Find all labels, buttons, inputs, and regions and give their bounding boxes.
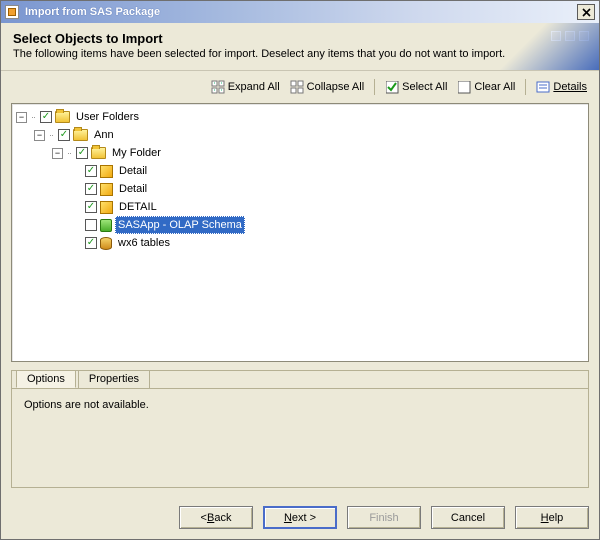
library-icon (100, 237, 112, 250)
tab-properties[interactable]: Properties (78, 370, 150, 388)
finish-button: Finish (347, 506, 421, 529)
options-panel: Options Properties Options are not avail… (11, 370, 589, 488)
tree-node-my-folder[interactable]: − ·· ✓ My Folder (52, 144, 584, 162)
tree-label: My Folder (109, 144, 164, 162)
tree-node-user-folders[interactable]: − ·· ✓ User Folders (16, 108, 584, 126)
tree-item[interactable]: ✓ Detail (70, 162, 584, 180)
toggle-collapse-icon[interactable]: − (52, 148, 63, 159)
dialog-window: Import from SAS Package Select Objects t… (0, 0, 600, 540)
toolbar-separator (525, 79, 526, 95)
cube-icon (100, 183, 113, 196)
collapse-all-button[interactable]: Collapse All (290, 80, 364, 94)
close-button[interactable] (577, 4, 595, 20)
folder-icon (91, 147, 106, 159)
checkbox[interactable]: ✓ (58, 129, 70, 141)
checkbox[interactable]: ✓ (85, 165, 97, 177)
tab-options[interactable]: Options (16, 370, 76, 388)
folder-icon (55, 111, 70, 123)
page-subtitle: The following items have been selected f… (13, 48, 587, 60)
toggle-collapse-icon[interactable]: − (16, 112, 27, 123)
toolbar: Expand All Collapse All Select All Clear (11, 77, 589, 99)
checkbox[interactable]: ✓ (40, 111, 52, 123)
expand-all-button[interactable]: Expand All (211, 80, 280, 94)
collapse-all-icon (290, 80, 304, 94)
tree-item[interactable]: ✓ DETAIL (70, 198, 584, 216)
tree-label: User Folders (73, 108, 142, 126)
close-icon (582, 8, 591, 17)
options-tabs: Options Properties (12, 370, 588, 388)
checkbox[interactable]: ✓ (85, 237, 97, 249)
tree-item-olap-schema[interactable]: SASApp - OLAP Schema (70, 216, 584, 234)
help-button[interactable]: Help (515, 506, 589, 529)
options-content: Options are not available. (12, 388, 588, 487)
expand-all-label: Expand All (228, 81, 280, 93)
back-button[interactable]: < Back (179, 506, 253, 529)
wizard-footer: < Back Next > Finish Cancel Help (1, 498, 599, 539)
checkbox[interactable]: ✓ (85, 183, 97, 195)
tree-label: wx6 tables (115, 234, 173, 252)
details-icon (536, 80, 550, 94)
details-label: Details (553, 81, 587, 93)
select-all-icon (385, 80, 399, 94)
tree-item[interactable]: ✓ Detail (70, 180, 584, 198)
select-all-label: Select All (402, 81, 447, 93)
details-button[interactable]: Details (536, 80, 587, 94)
header-decoration (551, 31, 589, 41)
window-title: Import from SAS Package (25, 6, 571, 18)
folder-icon (73, 129, 88, 141)
objects-tree[interactable]: − ·· ✓ User Folders − ·· ✓ (11, 103, 589, 362)
options-message: Options are not available. (24, 399, 149, 411)
tree-item[interactable]: ✓ wx6 tables (70, 234, 584, 252)
tree-label: Ann (91, 126, 117, 144)
cube-icon (100, 165, 113, 178)
checkbox[interactable]: ✓ (76, 147, 88, 159)
tree-label: SASApp - OLAP Schema (115, 216, 245, 234)
cancel-button[interactable]: Cancel (431, 506, 505, 529)
app-icon (5, 5, 19, 19)
cube-icon (100, 201, 113, 214)
expand-all-icon (211, 80, 225, 94)
clear-all-label: Clear All (474, 81, 515, 93)
checkbox[interactable] (85, 219, 97, 231)
clear-all-icon (457, 80, 471, 94)
tree-label: Detail (116, 162, 150, 180)
tree-node-ann[interactable]: − ·· ✓ Ann (34, 126, 584, 144)
collapse-all-label: Collapse All (307, 81, 364, 93)
wizard-header: Select Objects to Import The following i… (1, 23, 599, 71)
title-bar: Import from SAS Package (1, 1, 599, 23)
schema-icon (100, 219, 112, 232)
next-button[interactable]: Next > (263, 506, 337, 529)
toolbar-separator (374, 79, 375, 95)
tree-label: DETAIL (116, 198, 160, 216)
checkbox[interactable]: ✓ (85, 201, 97, 213)
toggle-collapse-icon[interactable]: − (34, 130, 45, 141)
select-all-button[interactable]: Select All (385, 80, 447, 94)
page-title: Select Objects to Import (13, 31, 587, 46)
tree-label: Detail (116, 180, 150, 198)
clear-all-button[interactable]: Clear All (457, 80, 515, 94)
dialog-body: Expand All Collapse All Select All Clear (1, 71, 599, 498)
